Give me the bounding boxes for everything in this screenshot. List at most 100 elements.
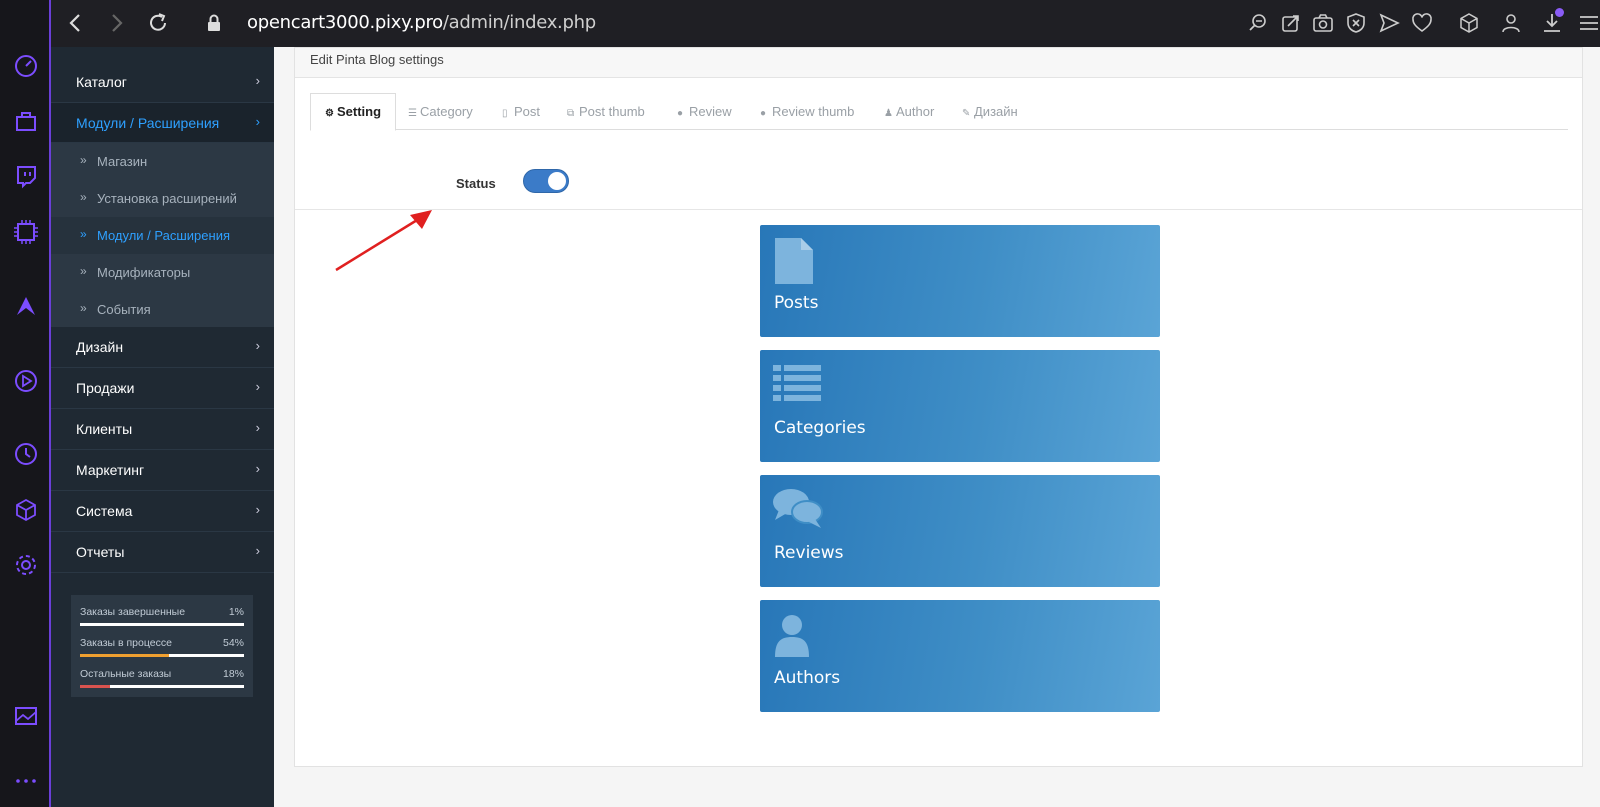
tab-label: Review thumb (772, 104, 855, 119)
tab-label: Author (896, 104, 935, 119)
submenu-item-modules[interactable]: » Модули / Расширения (51, 217, 274, 254)
chevron-right-icon: › (255, 338, 260, 353)
stat-completed: Заказы завершенные 1% (80, 603, 244, 634)
submenu-item-installer[interactable]: » Установка расширений (51, 180, 274, 217)
settings-tabs: ⚙ Setting ☰ Category ▯ Post ⧉ Post thumb ● Re… (310, 93, 1568, 131)
extensions-icon[interactable] (13, 497, 39, 523)
card-label: Reviews (774, 543, 844, 563)
submenu-item-store[interactable]: » Магазин (51, 143, 274, 180)
back-icon[interactable] (64, 11, 88, 35)
lock-icon[interactable] (202, 11, 226, 35)
panel-heading: Edit Pinta Blog settings (295, 48, 1582, 78)
menu-label: Маркетинг (76, 462, 145, 478)
player-icon[interactable] (13, 368, 39, 394)
card-label: Posts (774, 293, 819, 313)
menu-item-customers[interactable]: Клиенты › (51, 409, 274, 450)
submenu-item-modifications[interactable]: » Модификаторы (51, 254, 274, 291)
cube-icon[interactable] (1458, 12, 1480, 34)
menu-label: Продажи (76, 380, 135, 396)
menu-item-sales[interactable]: Продажи › (51, 368, 274, 409)
stat-percent: 18% (222, 668, 244, 680)
tab-author[interactable]: ♟ Author (884, 93, 934, 130)
speed-dial-icon[interactable] (13, 53, 39, 79)
forward-icon[interactable] (104, 11, 128, 35)
chevron-right-icon: › (255, 543, 260, 558)
address-bar[interactable]: opencart3000.pixy.pro/admin/index.php (247, 12, 596, 33)
submenu-label: События (97, 302, 151, 317)
tab-category[interactable]: ☰ Category (408, 93, 473, 130)
chip-icon[interactable] (13, 219, 39, 245)
twitch-icon[interactable] (13, 163, 39, 189)
menu-label: Клиенты (76, 421, 133, 437)
url-host: opencart3000.pixy.pro (247, 12, 443, 33)
tab-design[interactable]: ✎ Дизайн (962, 93, 1018, 130)
status-toggle[interactable] (523, 169, 569, 193)
more-icon[interactable] (13, 768, 39, 794)
double-chevron-icon: » (80, 227, 87, 241)
progress-fill (80, 623, 82, 626)
card-categories[interactable]: Categories (760, 350, 1160, 462)
comment-icon: ● (677, 108, 684, 119)
stat-label: Остальные заказы (80, 668, 172, 680)
progress-bar (80, 623, 244, 626)
list-icon (773, 365, 821, 401)
browser-sidebar (0, 0, 51, 807)
card-label: Categories (774, 418, 866, 438)
camera-icon[interactable] (1312, 12, 1334, 34)
stat-other: Остальные заказы 18% (80, 665, 244, 696)
submenu-label: Установка расширений (97, 191, 237, 206)
settings-icon[interactable] (13, 552, 39, 578)
menu-icon[interactable] (1578, 12, 1600, 34)
history-icon[interactable] (13, 441, 39, 467)
stat-percent: 54% (222, 637, 244, 649)
account-icon[interactable] (1500, 12, 1522, 34)
tab-review[interactable]: ● Review (677, 93, 732, 130)
progress-fill (80, 685, 110, 688)
annotation-arrow (335, 210, 432, 272)
submenu-item-events[interactable]: » События (51, 291, 274, 327)
double-chevron-icon: » (80, 301, 87, 315)
menu-label: Каталог (76, 74, 127, 90)
heart-icon[interactable] (1411, 12, 1433, 34)
share-icon[interactable] (1280, 12, 1302, 34)
menu-label: Дизайн (76, 339, 124, 355)
reload-icon[interactable] (146, 11, 170, 35)
chevron-right-icon: › (255, 379, 260, 394)
chevron-right-icon: › (255, 502, 260, 517)
card-reviews[interactable]: Reviews (760, 475, 1160, 587)
chevron-right-icon: › (255, 73, 260, 88)
menu-item-design[interactable]: Дизайн › (51, 327, 274, 368)
double-chevron-icon: » (80, 190, 87, 204)
submenu-label: Магазин (97, 154, 148, 169)
aria-icon[interactable] (13, 293, 39, 319)
status-label: Status (456, 176, 496, 191)
double-chevron-icon: » (80, 153, 87, 167)
card-posts[interactable]: Posts (760, 225, 1160, 337)
tab-post[interactable]: ▯ Post (502, 93, 540, 130)
stat-label: Заказы в процессе (80, 637, 172, 649)
tab-label: Post (514, 104, 541, 119)
browser-toolbar: opencart3000.pixy.pro/admin/index.php (0, 0, 1600, 47)
zoom-icon[interactable] (1247, 12, 1269, 34)
tab-review-thumb[interactable]: ● Review thumb (760, 93, 854, 130)
tab-setting[interactable]: ⚙ Setting (310, 93, 397, 131)
gallery-icon[interactable] (13, 703, 39, 729)
progress-fill (80, 654, 169, 657)
menu-item-extensions[interactable]: Модули / Расширения › (51, 103, 274, 143)
tab-post-thumb[interactable]: ⧉ Post thumb (567, 93, 645, 130)
shopping-icon[interactable] (13, 108, 39, 134)
admin-sidebar: Каталог › Модули / Расширения › » Магазин »… (51, 47, 274, 807)
chevron-right-icon: › (255, 420, 260, 435)
user-icon (775, 615, 809, 657)
send-icon[interactable] (1378, 12, 1400, 34)
tab-label: Дизайн (974, 104, 1018, 119)
settings-panel: Edit Pinta Blog settings ⚙ Setting ☰ Categ… (294, 47, 1583, 767)
menu-item-system[interactable]: Система › (51, 491, 274, 532)
menu-item-marketing[interactable]: Маркетинг › (51, 450, 274, 491)
card-authors[interactable]: Authors (760, 600, 1160, 712)
menu-item-reports[interactable]: Отчеты › (51, 532, 274, 573)
menu-item-catalog[interactable]: Каталог › (51, 62, 274, 103)
shield-icon[interactable] (1345, 12, 1367, 34)
stat-label: Заказы завершенные (80, 606, 186, 618)
brush-icon: ✎ (962, 108, 971, 119)
